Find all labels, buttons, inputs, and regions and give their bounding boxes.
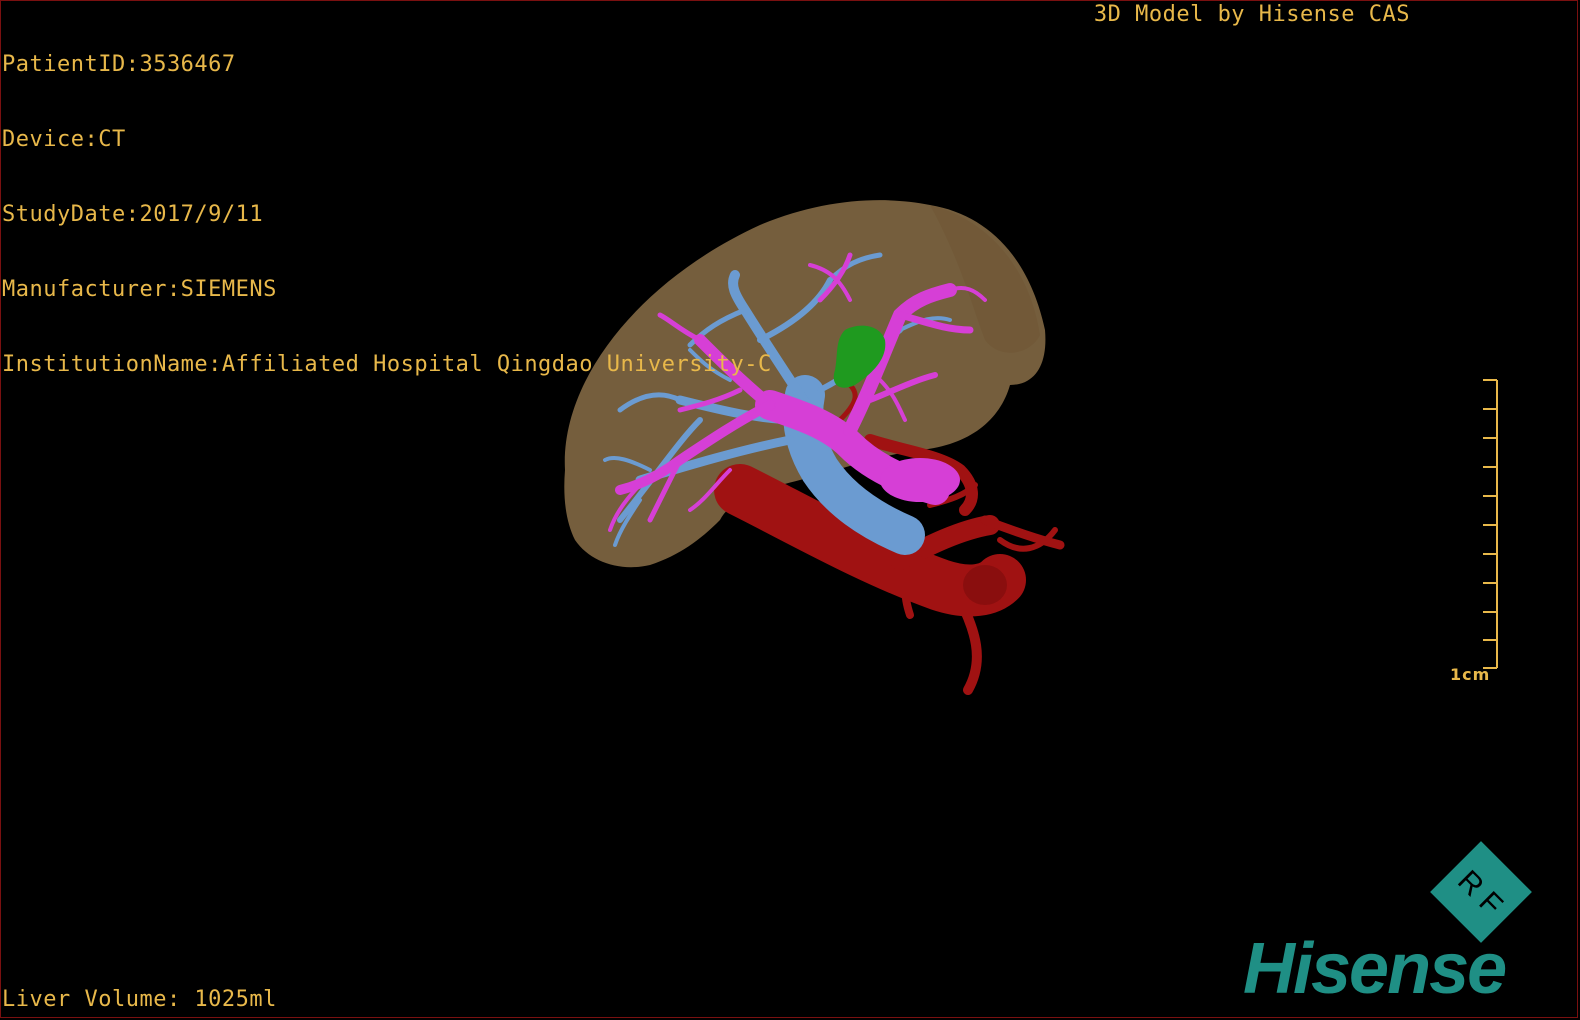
vendor-caption: 3D Model by Hisense CAS bbox=[1093, 2, 1410, 27]
scale-bar bbox=[1483, 379, 1498, 669]
patient-id: PatientID:3536467 bbox=[2, 52, 236, 77]
hisense-logo: Hisense bbox=[1243, 929, 1507, 1009]
institution-name: InstitutionName:Affiliated Hospital Qing… bbox=[2, 352, 772, 377]
aorta-cap bbox=[963, 565, 1007, 605]
device: Device:CT bbox=[2, 127, 126, 152]
scale-label: 1cm bbox=[1450, 665, 1491, 684]
study-date: StudyDate:2017/9/11 bbox=[2, 202, 264, 227]
liver-volume: Liver Volume: 1025ml bbox=[2, 987, 277, 1012]
patient-info: PatientID:3536467 Device:CT StudyDate:20… bbox=[2, 2, 772, 402]
manufacturer: Manufacturer:SIEMENS bbox=[2, 277, 277, 302]
portal-confluence bbox=[880, 458, 960, 502]
